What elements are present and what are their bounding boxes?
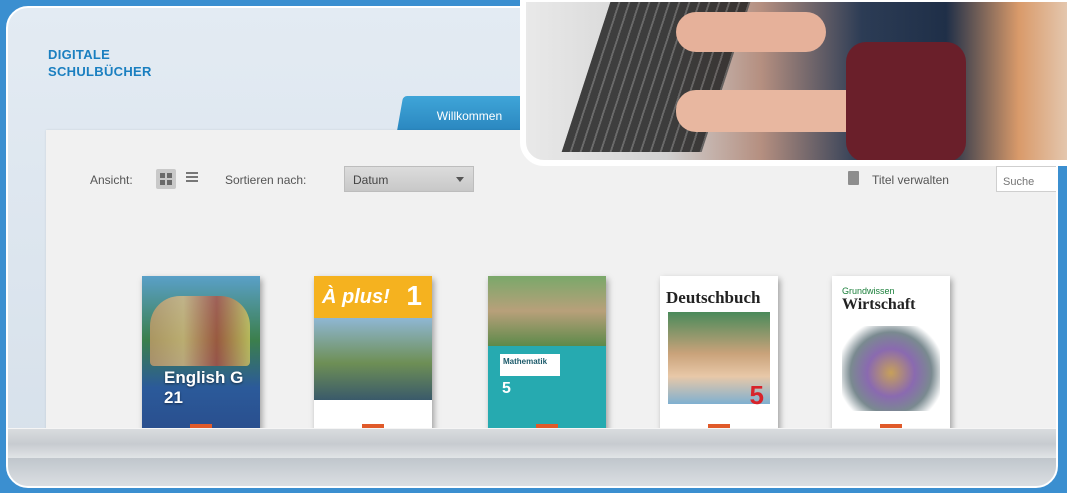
book-volume: 5	[749, 380, 764, 410]
cover-image	[842, 326, 940, 411]
book-title: Wirtschaft	[842, 296, 916, 313]
cover-image	[314, 318, 432, 400]
chevron-down-icon	[456, 177, 464, 182]
search-input[interactable]	[996, 166, 1056, 192]
view-label: Ansicht:	[90, 173, 133, 187]
brand-line-1: DIGITALE	[48, 47, 111, 62]
sleeve-image	[846, 42, 966, 160]
brand-logo[interactable]: DIGITALE SCHULBÜCHER	[48, 46, 152, 80]
toolbar: Ansicht: Sortieren nach: Datum Titel ver…	[48, 164, 1056, 194]
book-title: Mathematik	[500, 354, 560, 376]
book-mathematik[interactable]: Mathematik 5	[488, 276, 606, 436]
cover-image	[150, 296, 250, 366]
manage-titles-link[interactable]: Titel verwalten	[872, 173, 949, 187]
book-english-g21[interactable]: English G 21	[142, 276, 260, 436]
book-wirtschaft[interactable]: Grundwissen Wirtschaft	[832, 276, 950, 436]
brand-line-2: SCHULBÜCHER	[48, 64, 152, 79]
sort-select[interactable]: Datum	[344, 166, 474, 192]
document-icon[interactable]	[848, 171, 859, 185]
sort-label: Sortieren nach:	[225, 173, 307, 187]
grid-view-icon[interactable]	[156, 169, 176, 189]
book-volume: 5	[502, 380, 511, 397]
cover-image	[488, 276, 606, 346]
book-subtitle: Grundwissen	[842, 286, 895, 296]
book-deutschbuch[interactable]: Deutschbuch 5	[660, 276, 778, 436]
hand-image	[676, 12, 826, 52]
bookshelf-board	[8, 428, 1056, 459]
list-view-icon[interactable]	[186, 172, 198, 185]
hand-image	[676, 90, 866, 132]
book-a-plus[interactable]: À plus! 1	[314, 276, 432, 436]
hero-photo	[520, 0, 1067, 166]
sort-select-value: Datum	[353, 173, 389, 187]
book-title: English G 21	[164, 368, 244, 407]
book-title: À plus!	[322, 286, 390, 308]
bookshelf-base	[8, 458, 1056, 486]
book-title: Deutschbuch	[666, 288, 761, 307]
book-volume: 1	[406, 280, 422, 311]
